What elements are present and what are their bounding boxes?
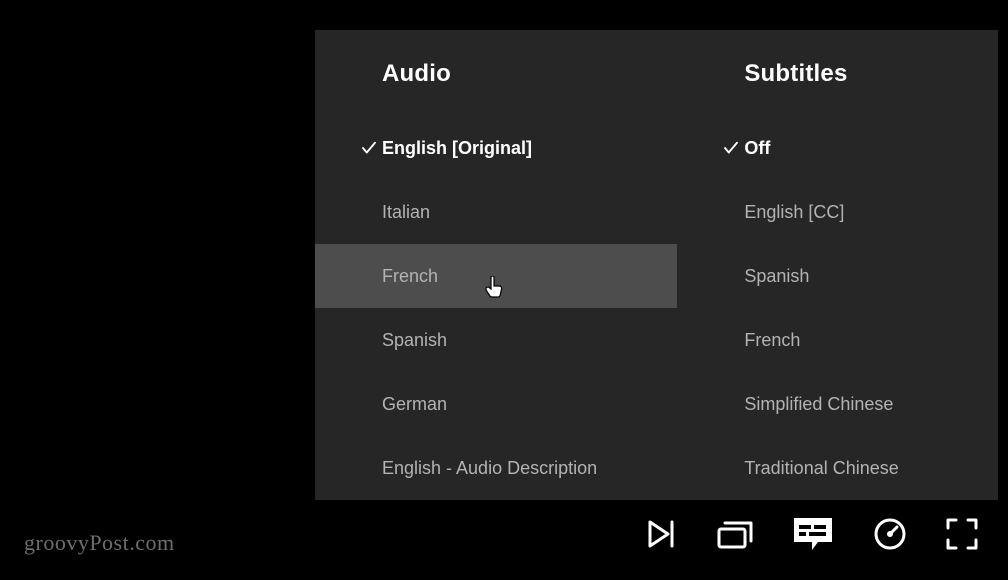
- subtitles-option-label: Spanish: [744, 266, 809, 287]
- subtitles-option-label: Off: [744, 138, 770, 159]
- subtitles-option[interactable]: French: [677, 308, 998, 372]
- check-icon: [717, 139, 744, 157]
- watermark-text: groovyPost.com: [24, 530, 175, 556]
- subtitles-column: Subtitles Off English [CC] Spanish French Si…: [677, 30, 998, 500]
- subtitles-options-list: Off English [CC] Spanish French Simplified C…: [677, 116, 998, 500]
- audio-column: Audio English [Original] Italian French Spa…: [315, 30, 677, 500]
- audio-option[interactable]: French: [315, 244, 677, 308]
- fullscreen-button[interactable]: [944, 516, 980, 552]
- audio-option-label: Spanish: [382, 330, 447, 351]
- audio-option-label: Italian: [382, 202, 430, 223]
- playback-speed-button[interactable]: [872, 516, 908, 552]
- audio-option-label: French: [382, 266, 438, 287]
- audio-option[interactable]: English - Audio Description: [315, 436, 677, 500]
- audio-option[interactable]: Italian: [315, 180, 677, 244]
- check-icon: [355, 139, 382, 157]
- subtitles-option[interactable]: Off: [677, 116, 998, 180]
- subtitles-option-label: Simplified Chinese: [744, 394, 893, 415]
- next-episode-button[interactable]: [644, 516, 680, 552]
- audio-option[interactable]: Spanish: [315, 308, 677, 372]
- audio-option[interactable]: German: [315, 372, 677, 436]
- audio-option-label: German: [382, 394, 447, 415]
- audio-subtitles-menu: Audio English [Original] Italian French Spa…: [315, 30, 998, 500]
- episodes-button[interactable]: [716, 516, 754, 552]
- subtitles-header: Subtitles: [744, 60, 998, 88]
- subtitles-option[interactable]: Traditional Chinese: [677, 436, 998, 500]
- audio-options-list: English [Original] Italian French Spanish Ge…: [315, 116, 677, 500]
- audio-subtitles-button[interactable]: [790, 514, 836, 554]
- audio-option[interactable]: English [Original]: [315, 116, 677, 180]
- subtitles-option-label: Traditional Chinese: [744, 458, 898, 479]
- subtitles-option[interactable]: English [CC]: [677, 180, 998, 244]
- subtitles-option[interactable]: Spanish: [677, 244, 998, 308]
- subtitles-option-label: English [CC]: [744, 202, 844, 223]
- subtitles-option[interactable]: Simplified Chinese: [677, 372, 998, 436]
- audio-option-label: English - Audio Description: [382, 458, 597, 479]
- audio-option-label: English [Original]: [382, 138, 532, 159]
- player-controls: [644, 514, 980, 554]
- subtitles-option-label: French: [744, 330, 800, 351]
- audio-header: Audio: [382, 60, 677, 88]
